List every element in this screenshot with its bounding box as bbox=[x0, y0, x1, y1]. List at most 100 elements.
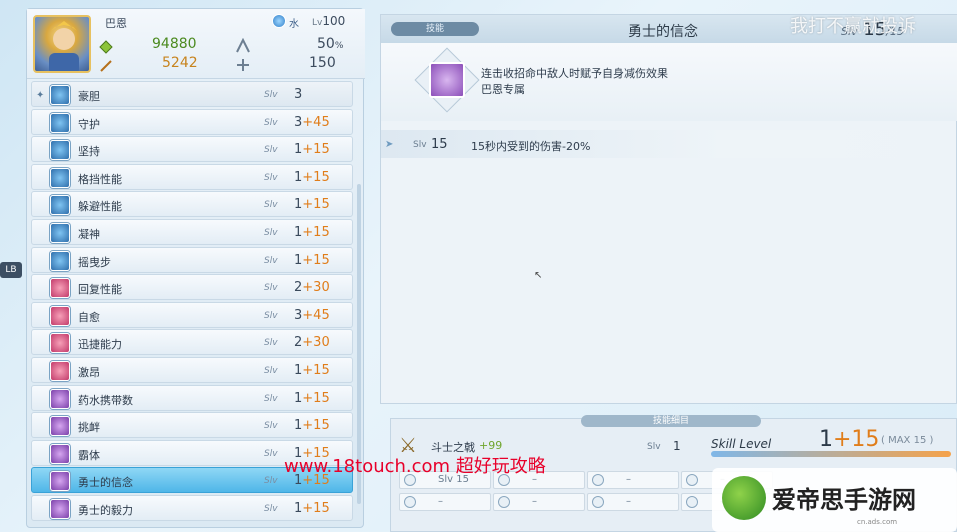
skill-name: 挑衅 bbox=[78, 421, 100, 435]
logo-subtext: cn.ads.com bbox=[857, 518, 898, 526]
skill-row[interactable]: 凝神 Slv 1+15 bbox=[31, 219, 353, 245]
skill-name: 守护 bbox=[78, 117, 100, 131]
skill-level-max: ( MAX 15 ) bbox=[881, 435, 934, 446]
skill-tree-label: 技能细目 bbox=[581, 415, 761, 427]
node-icon bbox=[404, 496, 416, 508]
weapon-slv-label: Slv bbox=[647, 442, 661, 452]
skill-detail-panel: 技能 勇士的信念 Slv 15/15 连击收招命中敌人时赋予自身减伤效果 巴恩专… bbox=[380, 14, 957, 404]
node-icon bbox=[498, 496, 510, 508]
water-element-icon bbox=[272, 14, 286, 28]
skill-level-label: Skill Level bbox=[711, 437, 772, 451]
skill-name: 激昂 bbox=[78, 366, 100, 379]
skill-slv-value: 1+15 bbox=[294, 418, 330, 434]
node-icon bbox=[686, 474, 698, 486]
crit-rate-value: 50% bbox=[317, 36, 344, 52]
skill-icon bbox=[50, 250, 70, 271]
skill-list-panel: 巴恩 水 Lv100 94880 5242 50% 150 ✦ 豪胆 Slv 3 守护 S… bbox=[26, 8, 365, 528]
skill-icon bbox=[50, 499, 70, 519]
skill-row[interactable]: 坚持 Slv 1+15 bbox=[31, 136, 353, 163]
skill-slv-value: 1+15 bbox=[294, 390, 330, 406]
effect-slv-value: 15 bbox=[431, 137, 448, 152]
skill-slv-label: Slv bbox=[264, 393, 278, 404]
crit-icon bbox=[235, 37, 250, 53]
skill-slv-value: 2+30 bbox=[294, 335, 330, 351]
skill-level-value: 1+15 bbox=[819, 427, 880, 452]
skill-name: 凝神 bbox=[78, 228, 100, 241]
skill-row[interactable]: 摇曳步 Slv 1+15 bbox=[31, 246, 353, 273]
skill-icon bbox=[50, 112, 70, 133]
character-portrait bbox=[33, 15, 91, 73]
skill-slv-value: 3+45 bbox=[294, 114, 330, 130]
node-label: – bbox=[626, 474, 631, 485]
skill-row[interactable]: 回复性能 Slv 2+30 bbox=[31, 274, 353, 301]
effect-description: 15秒内受到的伤害-20% bbox=[471, 140, 591, 153]
skill-row[interactable]: 迅捷能力 Slv 2+30 bbox=[31, 329, 353, 356]
skill-name: 勇士的信念 bbox=[78, 476, 133, 490]
skill-name: 自愈 bbox=[78, 310, 100, 324]
skill-row[interactable]: 挑衅 Slv 1+15 bbox=[31, 412, 353, 439]
skill-slv-label: Slv bbox=[264, 366, 278, 376]
skill-detail-title: 勇士的信念 bbox=[628, 24, 698, 40]
skill-name: 药水携带数 bbox=[78, 393, 133, 407]
skill-slv-label: Slv bbox=[264, 228, 278, 238]
skill-description-area: 连击收招命中敌人时赋予自身减伤效果 巴恩专属 bbox=[381, 43, 957, 121]
skill-name: 豪胆 bbox=[78, 90, 100, 103]
weapon-slv-value: 1 bbox=[673, 439, 681, 453]
skill-exclusive-note: 巴恩专属 bbox=[481, 83, 525, 96]
skill-slv-value: 3+45 bbox=[294, 307, 330, 323]
atk-sword-icon bbox=[99, 58, 113, 72]
character-header: 巴恩 水 Lv100 94880 5242 50% 150 bbox=[27, 9, 365, 79]
skill-level-bar bbox=[711, 451, 951, 457]
effect-slv-label: Slv bbox=[413, 140, 427, 150]
skill-name: 迅捷能力 bbox=[78, 338, 122, 352]
skill-slv-value: 1+15 bbox=[294, 142, 330, 158]
skill-type-tag: 技能 bbox=[391, 22, 479, 36]
skill-slv-value: 1+15 bbox=[294, 225, 330, 240]
skill-row[interactable]: 勇士的毅力 Slv 1+15 bbox=[31, 495, 353, 521]
skill-tree-node[interactable]: – bbox=[493, 493, 585, 511]
skill-icon bbox=[50, 195, 70, 216]
site-watermark: www.18touch.com 超好玩攻略 bbox=[284, 456, 546, 477]
mouse-cursor-icon: ↖ bbox=[534, 270, 543, 281]
skill-slv-label: Slv bbox=[264, 421, 278, 432]
skill-icon bbox=[50, 305, 70, 326]
skill-portrait-icon bbox=[429, 62, 465, 98]
node-label: – bbox=[626, 496, 631, 507]
skill-row[interactable]: 药水携带数 Slv 1+15 bbox=[31, 384, 353, 411]
skill-icon bbox=[50, 223, 70, 243]
node-label: – bbox=[438, 496, 443, 507]
lb-tab[interactable]: LB bbox=[0, 262, 22, 278]
skill-icon bbox=[50, 443, 70, 464]
skill-effect-row: ➤ Slv 15 15秒内受到的伤害-20% bbox=[381, 130, 957, 158]
skill-tree-node[interactable]: – bbox=[587, 471, 679, 489]
skill-row[interactable]: 自愈 Slv 3+45 bbox=[31, 301, 353, 328]
crit-damage-value: 150 bbox=[309, 55, 336, 71]
node-icon bbox=[592, 474, 604, 486]
skill-row[interactable]: 守护 Slv 3+45 bbox=[31, 108, 353, 135]
leaf-logo-icon bbox=[722, 476, 766, 520]
skill-name: 霸体 bbox=[78, 448, 100, 462]
node-label: – bbox=[532, 496, 537, 507]
skill-tree-node[interactable]: – bbox=[587, 493, 679, 511]
skill-icon bbox=[50, 471, 70, 492]
skill-slv-label: Slv bbox=[264, 448, 278, 459]
skill-icon bbox=[50, 416, 70, 437]
skill-slv-value: 1+15 bbox=[294, 197, 330, 213]
crit-damage-icon bbox=[235, 57, 249, 71]
skill-icon bbox=[50, 361, 70, 381]
skill-slv-label: Slv bbox=[264, 90, 278, 100]
skill-row[interactable]: 躲避性能 Slv 1+15 bbox=[31, 191, 353, 218]
logo-text: 爱帝思手游网 bbox=[772, 486, 916, 514]
skill-row[interactable]: 格挡性能 Slv 1+15 bbox=[31, 163, 353, 190]
node-icon bbox=[686, 496, 698, 508]
skill-name: 勇士的毅力 bbox=[78, 504, 133, 517]
site-logo: 爱帝思手游网 cn.ads.com bbox=[712, 468, 957, 532]
skill-slv-value: 3 bbox=[294, 87, 303, 102]
skill-row[interactable]: 激昂 Slv 1+15 bbox=[31, 357, 353, 383]
character-level: Lv100 bbox=[312, 14, 346, 28]
arrow-right-icon: ➤ bbox=[385, 139, 394, 150]
skill-icon bbox=[50, 278, 70, 299]
skill-row[interactable]: ✦ 豪胆 Slv 3 bbox=[31, 81, 353, 107]
skill-name: 回复性能 bbox=[78, 283, 122, 297]
skill-tree-node[interactable]: – bbox=[399, 493, 491, 511]
